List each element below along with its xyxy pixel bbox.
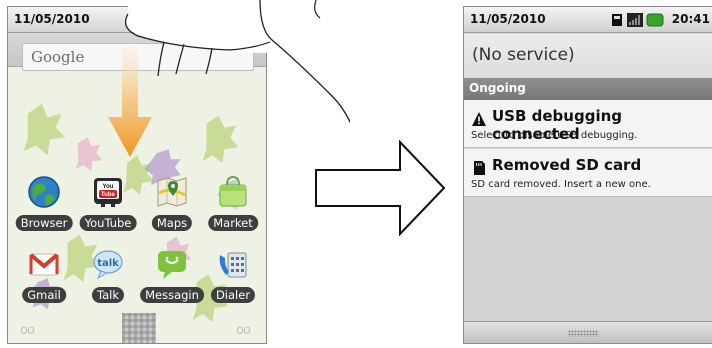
app-drawer-grid-icon[interactable] [122, 313, 156, 343]
finger-swipe-illustration [124, 0, 350, 124]
sd-card-icon [474, 161, 485, 175]
transition-arrow [315, 140, 446, 236]
app-label: Gmail [22, 287, 66, 303]
signal-strength-icon [627, 13, 643, 27]
battery-icon [646, 13, 664, 27]
app-messaging[interactable]: Messagin [140, 247, 204, 317]
app-gmail[interactable]: Gmail [16, 247, 72, 317]
youtube-icon-text-you: You [103, 184, 114, 190]
app-browser[interactable]: Browser [15, 175, 73, 245]
app-label: Messagin [140, 287, 204, 303]
app-talk[interactable]: talk Talk [80, 247, 136, 317]
status-date: 11/05/2010 [14, 12, 90, 26]
app-label: Dialer [210, 287, 256, 303]
carrier-row: (No service) [464, 34, 712, 78]
notification-panel-phone: 11/05/2010 20:41 (No service) Ongoing US… [463, 6, 712, 344]
dock-left-dots[interactable]: oo [20, 323, 35, 338]
maps-icon [157, 177, 187, 207]
google-logo-text: Google [31, 48, 85, 66]
notification-subtitle: SD card removed. Insert a new one. [471, 179, 651, 190]
market-bag-icon [219, 175, 247, 207]
notification-title: Removed SD card [492, 156, 642, 174]
status-time: 20:41 [671, 12, 710, 26]
close-tray-handle[interactable] [464, 321, 712, 343]
youtube-tv-icon: You Tube [94, 178, 122, 207]
app-label: Browser [15, 215, 73, 231]
app-label: Talk [91, 287, 125, 303]
talk-bubble-icon: talk [93, 250, 123, 280]
app-dialer[interactable]: Dialer [205, 247, 261, 317]
app-maps[interactable]: Maps [144, 175, 200, 245]
sd-card-status-icon [612, 14, 622, 26]
notification-subtitle: Select to disable USB debugging. [471, 130, 638, 141]
browser-globe-icon [28, 176, 60, 208]
app-label: Market [208, 215, 258, 231]
carrier-label: (No service) [472, 45, 575, 65]
youtube-icon-text-tube: Tube [101, 192, 116, 198]
status-bar[interactable]: 11/05/2010 20:41 [464, 7, 712, 33]
app-market[interactable]: Market [205, 175, 261, 245]
app-label: Maps [151, 215, 193, 231]
gmail-envelope-icon [29, 253, 59, 276]
app-youtube[interactable]: You Tube YouTube [79, 175, 137, 245]
notification-removed-sd-card[interactable]: Removed SD card SD card removed. Insert … [464, 149, 712, 197]
warning-icon [472, 112, 486, 126]
notification-tray-background [464, 198, 712, 321]
notification-usb-debugging[interactable]: USB debugging connected Select to disabl… [464, 100, 712, 148]
ongoing-header-label: Ongoing [469, 81, 526, 95]
ongoing-section-header: Ongoing [464, 78, 712, 100]
app-label: YouTube [79, 215, 137, 231]
grip-icon [568, 330, 598, 337]
dock-right-dots[interactable]: oo [236, 323, 251, 338]
talk-icon-text: talk [97, 258, 119, 269]
dialer-phone-icon [219, 252, 247, 278]
messaging-bubble-icon [158, 251, 186, 279]
status-date: 11/05/2010 [470, 12, 546, 26]
